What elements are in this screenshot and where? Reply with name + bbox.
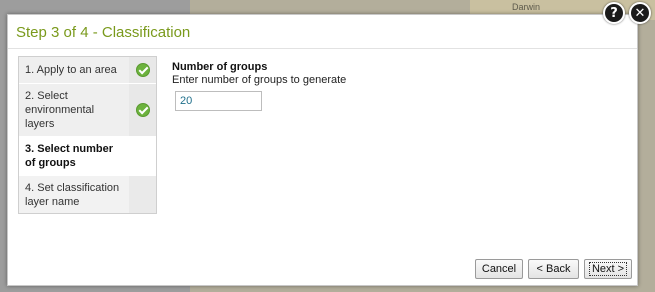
back-button[interactable]: < Back	[528, 259, 579, 279]
step-label: 1. Apply to an area	[19, 57, 129, 83]
field-description: Enter number of groups to generate	[172, 74, 347, 86]
number-of-groups-input[interactable]	[175, 91, 262, 111]
step-item-layer-name[interactable]: 4. Set classification layer name	[19, 176, 156, 213]
dialog-title: Step 3 of 4 - Classification	[16, 24, 191, 41]
step-item-number-of-groups[interactable]: 3. Select number of groups	[19, 137, 156, 175]
field-title: Number of groups	[172, 61, 268, 73]
classification-dialog: Step 3 of 4 - Classification 1. Apply to…	[7, 14, 638, 286]
map-label-darwin: Darwin	[512, 2, 541, 12]
step-status	[129, 84, 156, 136]
step-item-environmental-layers[interactable]: 2. Select environmental layers	[19, 84, 156, 136]
title-divider	[8, 48, 637, 49]
step-label: 3. Select number of groups	[19, 137, 129, 175]
step-label: 4. Set classification layer name	[19, 176, 129, 213]
cancel-button[interactable]: Cancel	[475, 259, 523, 279]
help-icon[interactable]: ?	[603, 2, 625, 24]
next-button-label: Next >	[588, 262, 628, 276]
step-status	[129, 57, 156, 83]
step-list: 1. Apply to an area 2. Select environmen…	[18, 56, 157, 214]
step-status	[129, 137, 156, 175]
close-icon[interactable]: ✕	[629, 2, 651, 24]
step-item-apply-area[interactable]: 1. Apply to an area	[19, 57, 156, 83]
step-status	[129, 176, 156, 213]
check-icon	[135, 63, 150, 77]
check-icon	[135, 103, 150, 117]
next-button[interactable]: Next >	[584, 259, 632, 279]
step-label: 2. Select environmental layers	[19, 84, 129, 136]
